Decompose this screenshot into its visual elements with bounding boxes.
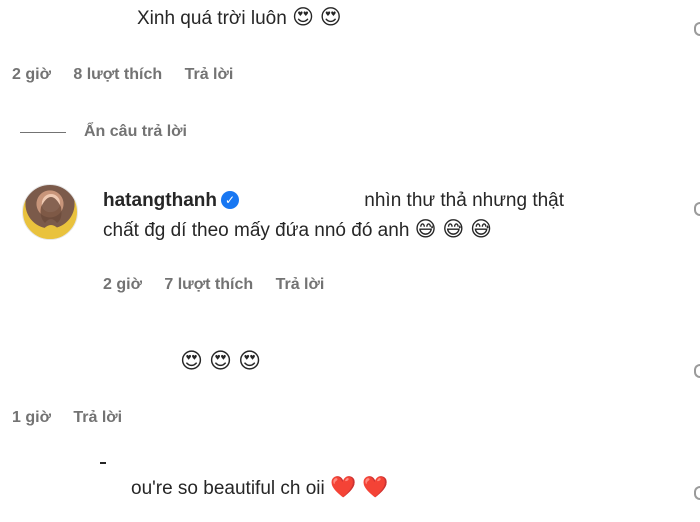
comment-2-meta: 2 giờ 7 lượt thích Trả lời: [103, 276, 342, 294]
avatar-image-icon: [37, 194, 65, 239]
more-options-icon-2[interactable]: [694, 202, 700, 216]
text-fragment-mark: [100, 462, 106, 464]
comment-1-meta: 2 giờ 8 lượt thích Trả lời: [12, 66, 251, 84]
redacted-mention: [239, 190, 359, 210]
comment-1-time: 2 giờ: [12, 66, 51, 83]
comment-3-meta: 1 giờ Trả lời: [12, 409, 140, 427]
comment-2-body-line1: nhìn thư thả nhưng thật: [364, 190, 565, 211]
avatar[interactable]: [22, 184, 78, 240]
comment-4-body: ou're so beautiful ch oii: [131, 478, 325, 499]
comment-2-likes[interactable]: 7 lượt thích: [164, 276, 253, 293]
comment-2-username[interactable]: hatangthanh: [103, 190, 217, 211]
heart-eyes-emoji: 😍 😍: [292, 6, 342, 29]
comment-2-time: 2 giờ: [103, 276, 142, 293]
more-options-icon-4[interactable]: [694, 486, 700, 500]
verified-badge-icon: ✓: [221, 191, 239, 209]
sweat-smile-emoji: 😅 😅 😅: [414, 218, 493, 241]
comment-3-time: 1 giờ: [12, 409, 51, 426]
comment-1-text: Xinh quá trời luôn 😍 😍: [137, 6, 342, 32]
comment-3-reply-button[interactable]: Trả lời: [73, 409, 122, 426]
more-options-icon[interactable]: [694, 22, 700, 36]
comment-2-line2: chất đg dí theo mấy đứa nnó đó anh 😅 😅 😅: [103, 218, 492, 244]
more-options-icon-3[interactable]: [694, 364, 700, 378]
hide-replies-button[interactable]: Ẩn câu trả lời: [84, 123, 187, 141]
comment-2-body-line2: chất đg dí theo mấy đứa nnó đó anh: [103, 220, 410, 241]
hide-replies-divider: [20, 132, 66, 133]
red-heart-emoji: ❤️ ❤️: [330, 476, 389, 499]
comment-1-reply-button[interactable]: Trả lời: [185, 66, 234, 83]
comment-2-text: hatangthanh ✓ nhìn thư thả nhưng thật: [103, 188, 683, 214]
comment-4-text: ou're so beautiful ch oii ❤️ ❤️: [131, 476, 388, 502]
comment-1-body: Xinh quá trời luôn: [137, 8, 287, 29]
comment-2-reply-button[interactable]: Trả lời: [276, 276, 325, 293]
comment-3-emoji: 😍 😍 😍: [180, 348, 262, 373]
comment-1-likes[interactable]: 8 lượt thích: [73, 66, 162, 83]
